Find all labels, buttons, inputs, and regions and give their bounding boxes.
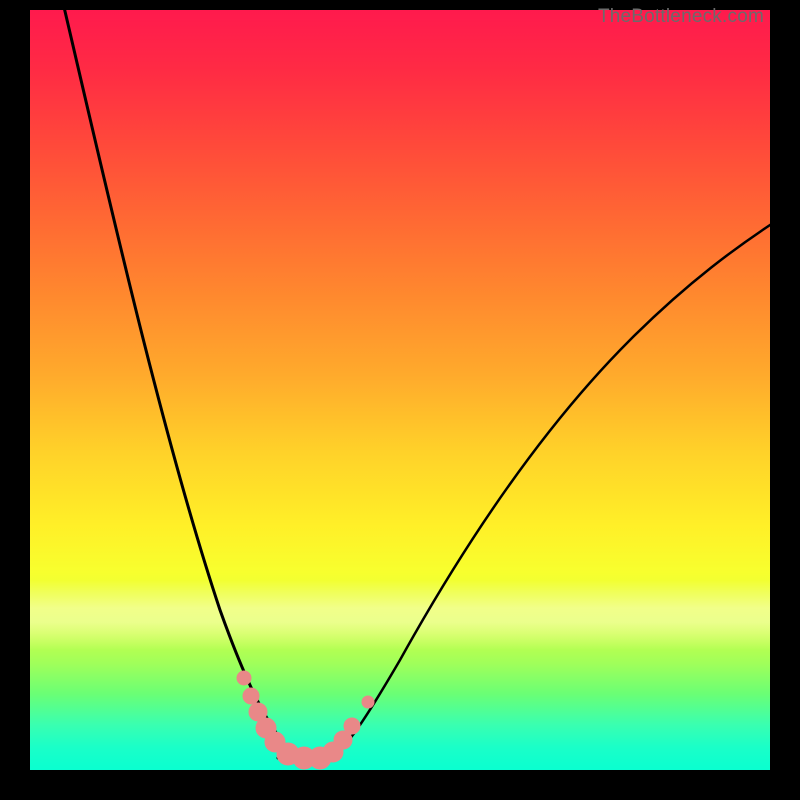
chart-frame: [30, 10, 770, 770]
watermark-text: TheBottleneck.com: [598, 6, 764, 28]
gradient-background: [30, 10, 770, 770]
